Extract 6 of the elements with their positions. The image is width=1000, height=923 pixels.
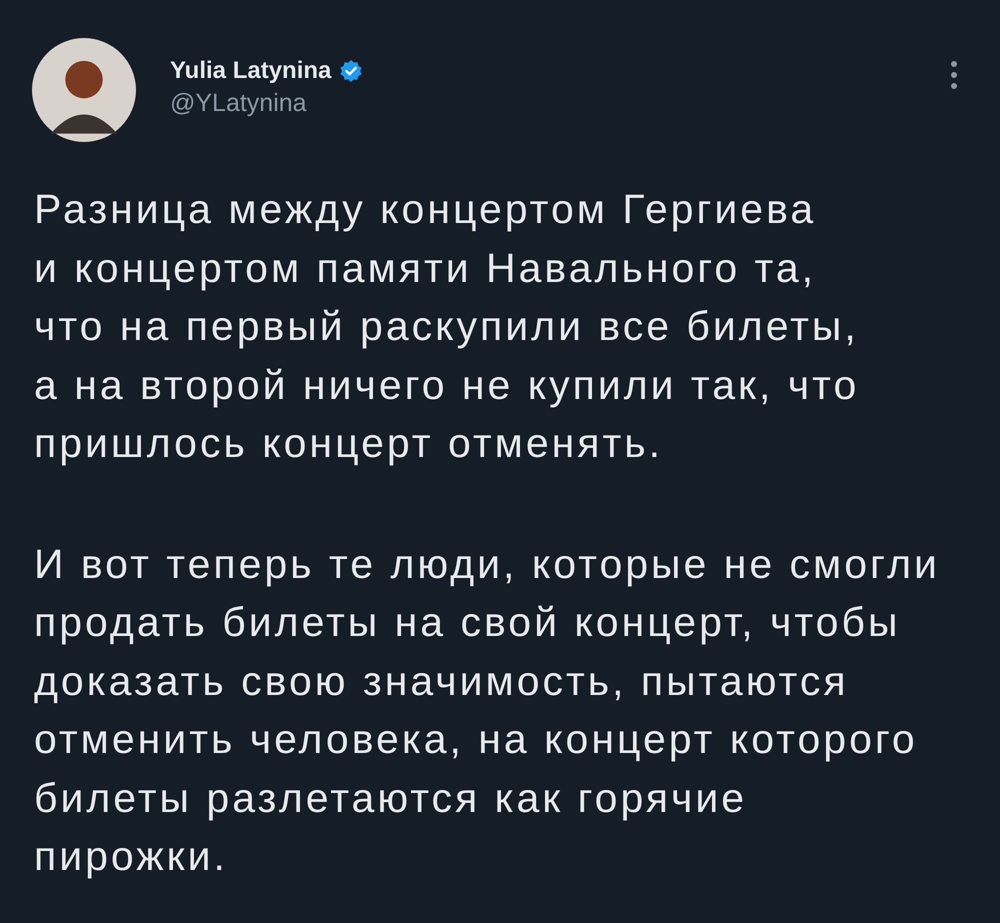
avatar[interactable] xyxy=(32,38,136,142)
more-options-icon[interactable] xyxy=(950,60,958,90)
tweet-paragraph: И вот теперь те люди, которые не смогли продать билеты на свой концерт, чтобы доказать свою значимость, пытаются отменить человека, на концерт которого билеты разлетаются как горячие пирожки. xyxy=(34,540,941,881)
author-handle[interactable]: @YLatynina xyxy=(170,88,364,118)
tweet-paragraph: Разница между концертом Гергиева и концертом памяти Навального та, что на первый раскупили все билеты, а на второй ничего не купили так, что пришлось концерт отменять. xyxy=(34,185,860,468)
author-name[interactable]: Yulia Latynina xyxy=(170,56,332,84)
